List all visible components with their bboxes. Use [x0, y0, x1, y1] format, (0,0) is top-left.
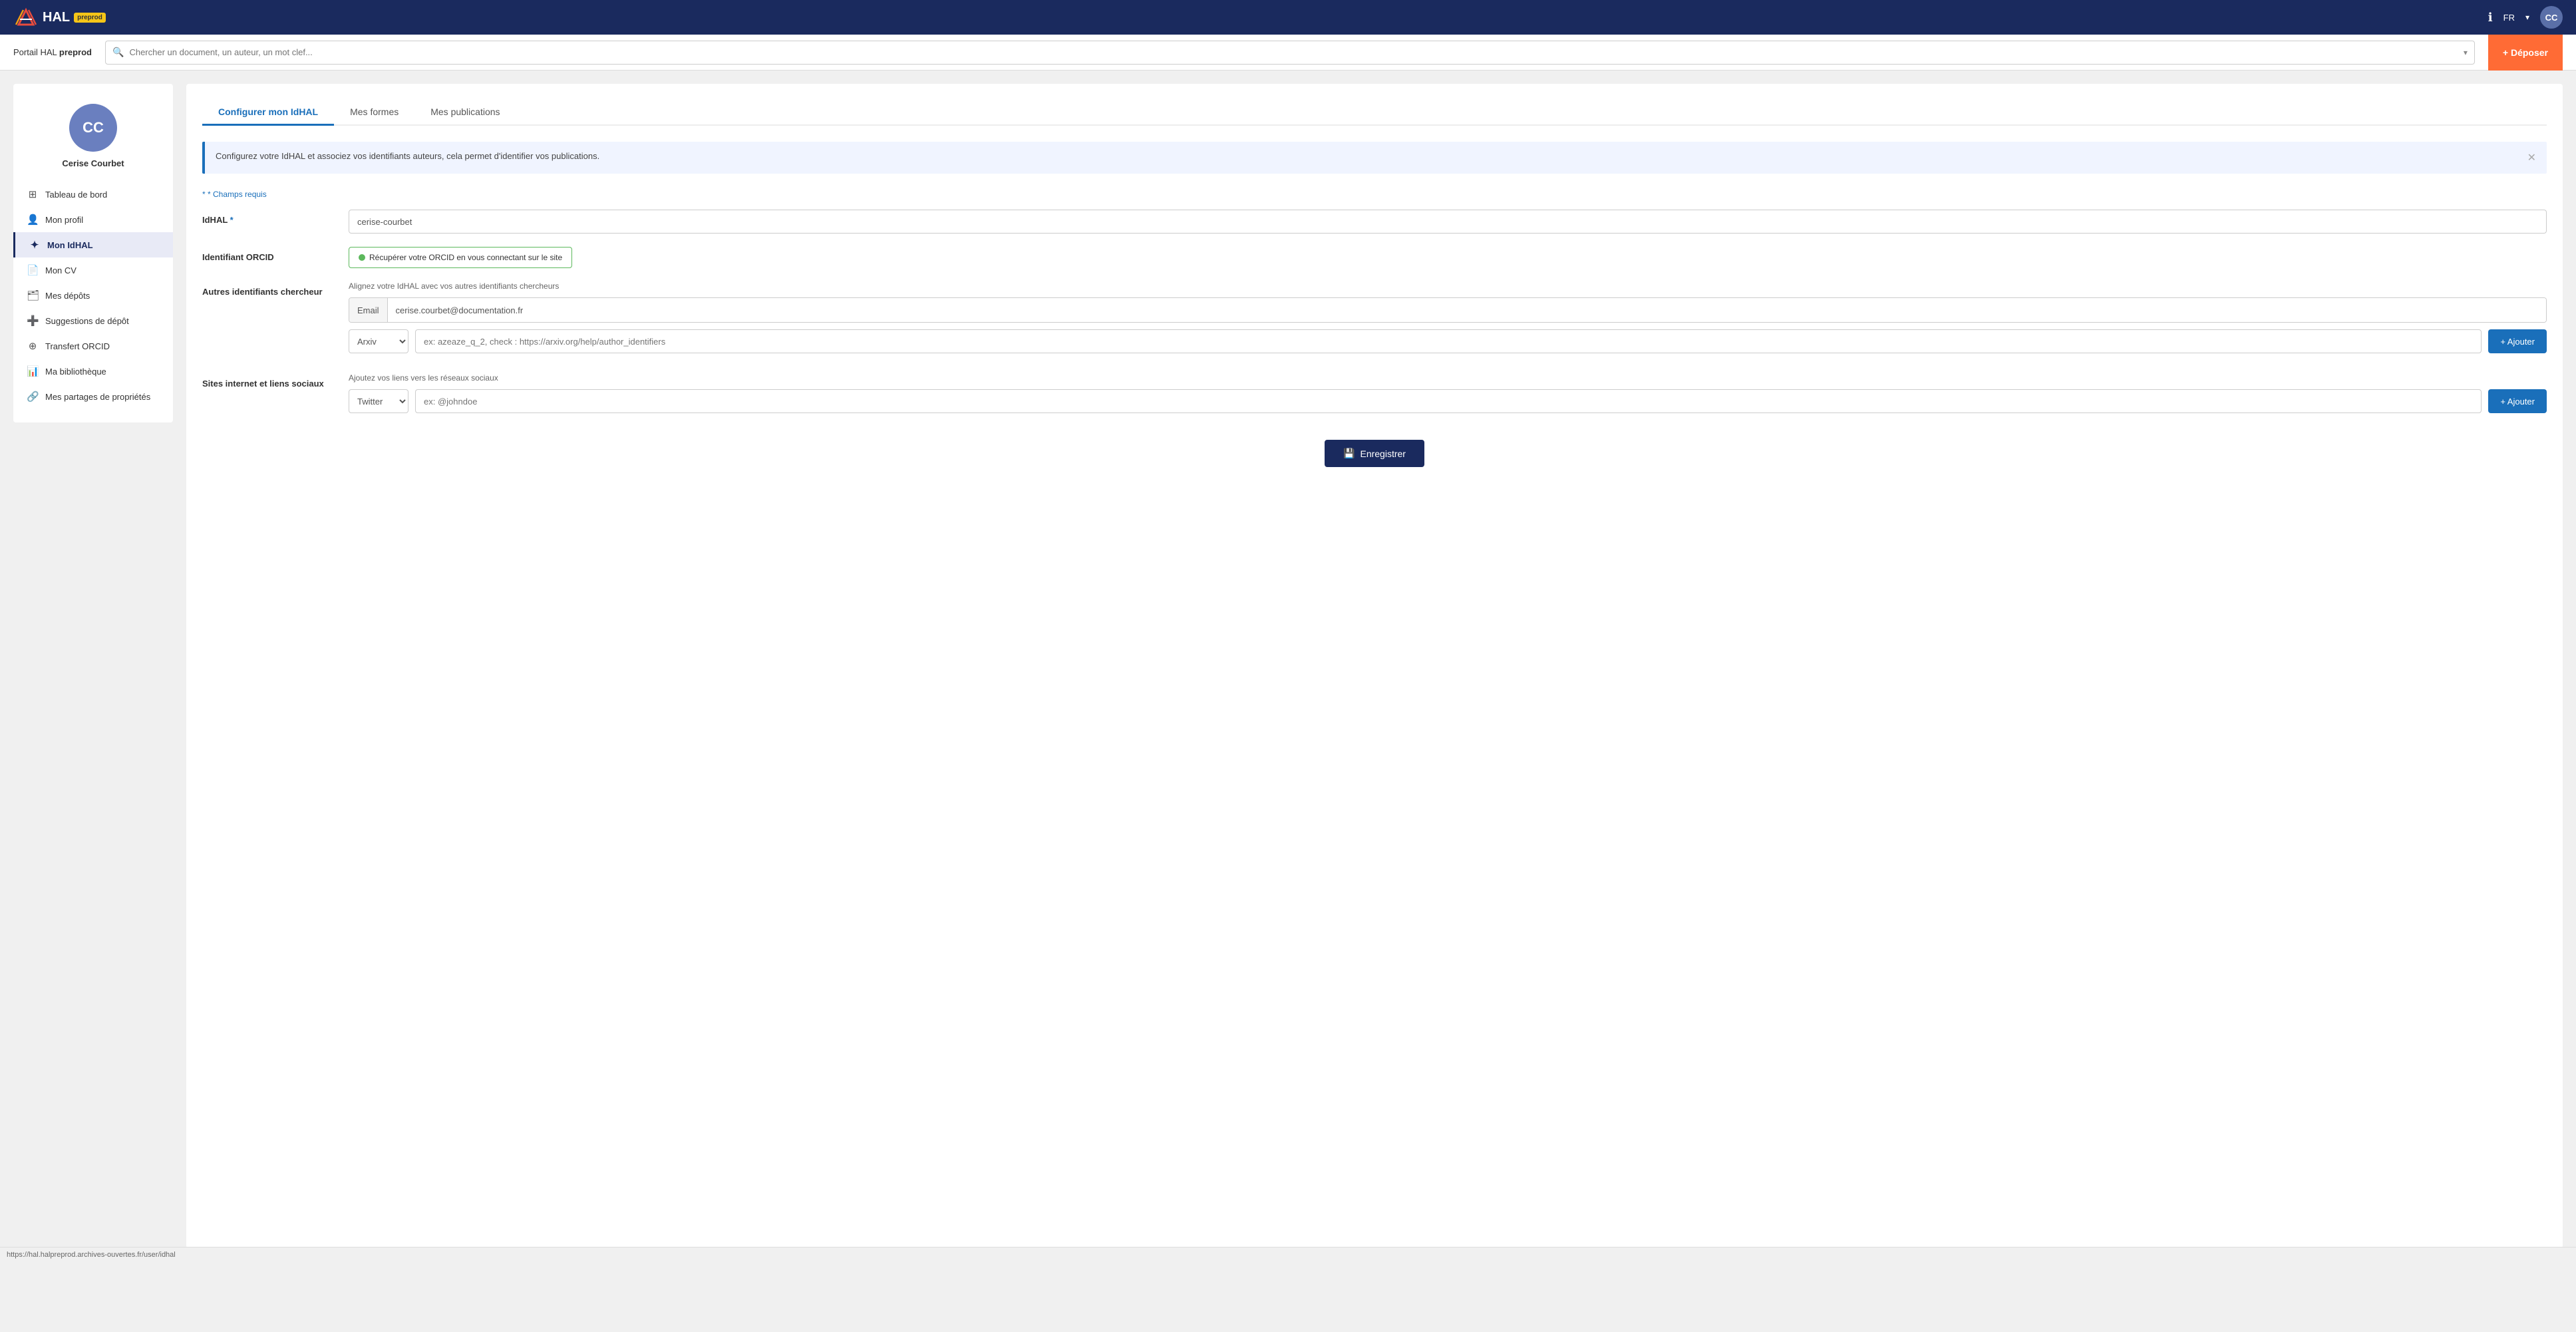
- sidebar-label: Ma bibliothèque: [45, 367, 106, 377]
- sidebar-item-suggestions-depot[interactable]: ➕ Suggestions de dépôt: [13, 308, 173, 333]
- arxiv-input[interactable]: [415, 329, 2482, 353]
- sidebar-item-transfert-orcid[interactable]: ⊕ Transfert ORCID: [13, 333, 173, 359]
- content-area: Configurer mon IdHAL Mes formes Mes publ…: [186, 84, 2563, 1248]
- partages-icon: 🔗: [27, 391, 39, 403]
- sidebar-label: Mon IdHAL: [47, 240, 93, 250]
- search-dropdown-arrow[interactable]: ▾: [2464, 48, 2468, 57]
- search-icon: 🔍: [112, 47, 124, 58]
- lang-arrow[interactable]: ▾: [2525, 13, 2529, 22]
- sidebar-avatar: CC: [69, 104, 117, 152]
- arxiv-dropdown[interactable]: Arxiv: [349, 329, 408, 353]
- user-avatar-nav[interactable]: CC: [2540, 6, 2563, 29]
- portal-label: Portail HAL preprod: [13, 47, 92, 57]
- idhal-input[interactable]: [349, 210, 2547, 234]
- idhal-label: IdHAL *: [202, 210, 335, 225]
- orcid-row: Identifiant ORCID Récupérer votre ORCID …: [202, 247, 2547, 268]
- save-row: 💾 Enregistrer: [202, 440, 2547, 467]
- tab-mes-formes[interactable]: Mes formes: [334, 100, 414, 126]
- nav-left: HAL preprod: [13, 5, 106, 30]
- status-bar: https://hal.halpreprod.archives-ouvertes…: [0, 1247, 2576, 1261]
- sidebar-item-mon-profil[interactable]: 👤 Mon profil: [13, 207, 173, 232]
- email-input[interactable]: [388, 298, 2546, 322]
- orcid-connect-button[interactable]: Récupérer votre ORCID en vous connectant…: [349, 247, 572, 268]
- sidebar-label: Suggestions de dépôt: [45, 316, 129, 326]
- hal-logo[interactable]: HAL preprod: [13, 5, 106, 30]
- add-arxiv-button[interactable]: + Ajouter: [2488, 329, 2547, 353]
- social-hint: Ajoutez vos liens vers les réseaux socia…: [349, 373, 2547, 383]
- orcid-transfer-icon: ⊕: [27, 340, 39, 352]
- cv-icon: 📄: [27, 264, 39, 276]
- top-nav: HAL preprod ℹ FR ▾ CC: [0, 0, 2576, 35]
- social-row: Sites internet et liens sociaux Ajoutez …: [202, 373, 2547, 420]
- sidebar-item-ma-bibliotheque[interactable]: 📊 Ma bibliothèque: [13, 359, 173, 384]
- tab-mes-publications[interactable]: Mes publications: [414, 100, 516, 126]
- twitter-row: Twitter + Ajouter: [349, 389, 2547, 413]
- twitter-input[interactable]: [415, 389, 2482, 413]
- info-banner: Configurez votre IdHAL et associez vos i…: [202, 142, 2547, 174]
- idhal-input-group: [349, 210, 2547, 234]
- sidebar-item-mon-cv[interactable]: 📄 Mon CV: [13, 257, 173, 283]
- social-input-group: Ajoutez vos liens vers les réseaux socia…: [349, 373, 2547, 420]
- sidebar-item-mes-partages[interactable]: 🔗 Mes partages de propriétés: [13, 384, 173, 409]
- tabs: Configurer mon IdHAL Mes formes Mes publ…: [202, 100, 2547, 126]
- email-prefix: Email: [349, 298, 388, 322]
- align-hint: Alignez votre IdHAL avec vos autres iden…: [349, 281, 2547, 291]
- save-icon: 💾: [1343, 448, 1355, 459]
- required-note: * * Champs requis: [202, 190, 2547, 199]
- other-ids-row: Autres identifiants chercheur Alignez vo…: [202, 281, 2547, 360]
- search-container[interactable]: 🔍 ▾: [105, 41, 2475, 65]
- idhal-row: IdHAL *: [202, 210, 2547, 234]
- email-input-row: Email: [349, 297, 2547, 323]
- suggestions-icon: ➕: [27, 315, 39, 327]
- orcid-label: Identifiant ORCID: [202, 247, 335, 262]
- sidebar-item-mes-depots[interactable]: 🗂 Mes dépôts: [13, 283, 173, 308]
- add-social-button[interactable]: + Ajouter: [2488, 389, 2547, 413]
- sidebar-profile: CC Cerise Courbet: [13, 97, 173, 182]
- status-url: https://hal.halpreprod.archives-ouvertes…: [7, 1251, 176, 1259]
- arxiv-row: Arxiv + Ajouter: [349, 329, 2547, 353]
- banner-text: Configurez votre IdHAL et associez vos i…: [216, 151, 2513, 161]
- idhal-icon: ✦: [29, 239, 41, 251]
- search-input[interactable]: [129, 47, 2463, 57]
- orcid-input-group: Récupérer votre ORCID en vous connectant…: [349, 247, 2547, 268]
- main-layout: CC Cerise Courbet ⊞ Tableau de bord 👤 Mo…: [0, 71, 2576, 1261]
- sidebar-item-mon-idhal[interactable]: ✦ Mon IdHAL: [13, 232, 173, 257]
- depots-icon: 🗂: [27, 289, 39, 301]
- sidebar-label: Tableau de bord: [45, 190, 107, 200]
- dashboard-icon: ⊞: [27, 188, 39, 200]
- preprod-badge: preprod: [74, 13, 106, 23]
- twitter-dropdown[interactable]: Twitter: [349, 389, 408, 413]
- search-bar-row: Portail HAL preprod 🔍 ▾ + Déposer: [0, 35, 2576, 71]
- banner-close[interactable]: ✕: [2527, 151, 2536, 164]
- biblio-icon: 📊: [27, 365, 39, 377]
- other-ids-label: Autres identifiants chercheur: [202, 281, 335, 297]
- save-button[interactable]: 💾 Enregistrer: [1325, 440, 1424, 467]
- tab-configurer[interactable]: Configurer mon IdHAL: [202, 100, 334, 126]
- sidebar-label: Mon CV: [45, 265, 77, 275]
- profil-icon: 👤: [27, 214, 39, 226]
- hal-logo-text: HAL: [43, 10, 70, 25]
- sidebar-label: Mon profil: [45, 215, 83, 225]
- lang-selector[interactable]: FR: [2503, 13, 2515, 23]
- sidebar-label: Transfert ORCID: [45, 341, 110, 351]
- info-icon[interactable]: ℹ: [2488, 11, 2493, 25]
- orcid-dot-icon: [359, 254, 365, 261]
- sidebar-username: Cerise Courbet: [62, 158, 124, 168]
- sidebar: CC Cerise Courbet ⊞ Tableau de bord 👤 Mo…: [13, 84, 173, 422]
- deposit-button[interactable]: + Déposer: [2488, 35, 2563, 71]
- sidebar-label: Mes dépôts: [45, 291, 90, 301]
- sidebar-item-tableau-de-bord[interactable]: ⊞ Tableau de bord: [13, 182, 173, 207]
- other-ids-input-group: Alignez votre IdHAL avec vos autres iden…: [349, 281, 2547, 360]
- sidebar-label: Mes partages de propriétés: [45, 392, 150, 402]
- social-label: Sites internet et liens sociaux: [202, 373, 335, 389]
- nav-right: ℹ FR ▾ CC: [2488, 6, 2563, 29]
